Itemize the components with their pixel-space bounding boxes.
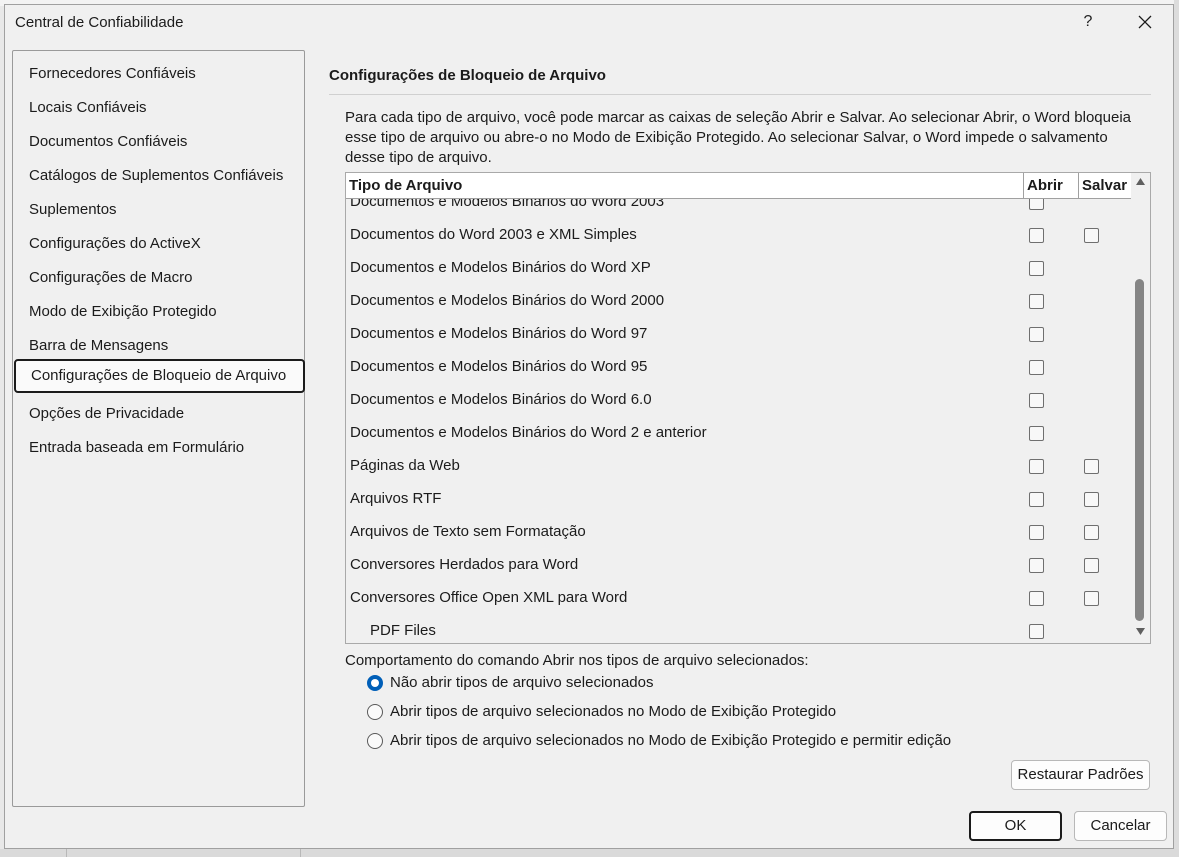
file-type-label: Documentos e Modelos Binários do Word 20… [350, 199, 665, 210]
nav-item-trusted-locations[interactable]: Locais Confiáveis [29, 95, 147, 121]
radio-button[interactable] [367, 675, 383, 691]
close-button[interactable] [1125, 9, 1165, 35]
nav-item-message-bar[interactable]: Barra de Mensagens [29, 333, 168, 359]
cancel-button[interactable]: Cancelar [1074, 811, 1167, 841]
file-type-row[interactable]: Arquivos RTF [346, 483, 1131, 516]
file-block-grid: Tipo de Arquivo Abrir Salvar Documentos … [345, 172, 1151, 644]
nav-item-file-block-settings[interactable]: Configurações de Bloqueio de Arquivo [14, 359, 305, 393]
open-checkbox[interactable] [1029, 294, 1044, 309]
column-header-open[interactable]: Abrir [1024, 173, 1079, 198]
file-type-row[interactable]: Documentos e Modelos Binários do Word 6.… [346, 384, 1131, 417]
restore-defaults-button[interactable]: Restaurar Padrões [1011, 760, 1150, 790]
open-checkbox[interactable] [1029, 492, 1044, 507]
save-checkbox[interactable] [1084, 591, 1099, 606]
file-type-label: Documentos e Modelos Binários do Word 95 [350, 358, 648, 375]
file-type-label: Conversores Office Open XML para Word [350, 589, 628, 606]
nav-item-protected-view[interactable]: Modo de Exibição Protegido [29, 299, 217, 325]
radio-label: Abrir tipos de arquivo selecionados no M… [390, 732, 952, 749]
file-type-row[interactable]: Documentos e Modelos Binários do Word XP [346, 252, 1131, 285]
radio-label: Não abrir tipos de arquivo selecionados [390, 674, 654, 691]
file-type-row[interactable]: Documentos do Word 2003 e XML Simples [346, 219, 1131, 252]
file-type-row[interactable]: Documentos e Modelos Binários do Word 95 [346, 351, 1131, 384]
open-checkbox[interactable] [1029, 459, 1044, 474]
file-type-label: PDF Files [370, 622, 436, 639]
dialog-titlebar: Central de Confiabilidade ? [5, 5, 1173, 39]
open-checkbox[interactable] [1029, 393, 1044, 408]
file-type-label: Documentos e Modelos Binários do Word XP [350, 259, 651, 276]
save-checkbox[interactable] [1084, 525, 1099, 540]
open-checkbox[interactable] [1029, 591, 1044, 606]
open-checkbox[interactable] [1029, 327, 1044, 342]
background-edge [1174, 0, 1179, 857]
scroll-up-icon[interactable] [1135, 177, 1146, 186]
open-checkbox[interactable] [1029, 360, 1044, 375]
open-checkbox[interactable] [1029, 228, 1044, 243]
open-checkbox[interactable] [1029, 525, 1044, 540]
save-checkbox[interactable] [1084, 228, 1099, 243]
file-type-row[interactable]: Arquivos de Texto sem Formatação [346, 516, 1131, 549]
nav-item-privacy-options[interactable]: Opções de Privacidade [29, 401, 184, 427]
section-description: Para cada tipo de arquivo, você pode mar… [345, 109, 1132, 166]
close-icon [1138, 15, 1152, 29]
ok-button[interactable]: OK [969, 811, 1062, 841]
dialog-title: Central de Confiabilidade [15, 14, 184, 31]
grid-header: Tipo de Arquivo Abrir Salvar [346, 173, 1131, 199]
file-type-row[interactable]: Conversores Herdados para Word [346, 549, 1131, 582]
radio-button[interactable] [367, 704, 383, 720]
category-nav: Fornecedores Confiáveis Locais Confiávei… [12, 50, 305, 807]
scroll-down-icon[interactable] [1135, 627, 1146, 636]
file-type-label: Conversores Herdados para Word [350, 556, 579, 573]
column-header-file-type[interactable]: Tipo de Arquivo [346, 173, 1024, 198]
save-checkbox[interactable] [1084, 459, 1099, 474]
radio-button[interactable] [367, 733, 383, 749]
section-title: Configurações de Bloqueio de Arquivo [329, 67, 606, 84]
save-checkbox[interactable] [1084, 492, 1099, 507]
file-type-label: Arquivos RTF [350, 490, 442, 507]
column-header-save[interactable]: Salvar [1079, 173, 1131, 198]
open-checkbox[interactable] [1029, 426, 1044, 441]
trust-center-dialog: Central de Confiabilidade ? Fornecedores… [4, 4, 1174, 849]
file-type-label: Documentos e Modelos Binários do Word 2 … [350, 424, 707, 441]
file-type-label: Documentos e Modelos Binários do Word 6.… [350, 391, 652, 408]
file-type-row[interactable]: Documentos e Modelos Binários do Word 20… [346, 199, 1131, 219]
nav-item-trusted-publishers[interactable]: Fornecedores Confiáveis [29, 61, 196, 87]
file-type-row[interactable]: Documentos e Modelos Binários do Word 20… [346, 285, 1131, 318]
open-checkbox[interactable] [1029, 261, 1044, 276]
nav-item-activex-settings[interactable]: Configurações do ActiveX [29, 231, 201, 257]
grid-body: Documentos e Modelos Binários do Word 20… [346, 199, 1131, 643]
file-type-label: Páginas da Web [350, 457, 460, 474]
file-type-row[interactable]: Páginas da Web [346, 450, 1131, 483]
open-behavior-label: Comportamento do comando Abrir nos tipos… [345, 652, 809, 669]
help-button[interactable]: ? [1071, 9, 1105, 35]
open-checkbox[interactable] [1029, 199, 1044, 210]
radio-label: Abrir tipos de arquivo selecionados no M… [390, 703, 837, 720]
file-type-label: Documentos e Modelos Binários do Word 97 [350, 325, 648, 342]
file-type-row[interactable]: Conversores Office Open XML para Word [346, 582, 1131, 615]
nav-item-addins[interactable]: Suplementos [29, 197, 117, 223]
nav-item-macro-settings[interactable]: Configurações de Macro [29, 265, 192, 291]
file-type-label: Documentos do Word 2003 e XML Simples [350, 226, 637, 243]
nav-item-trusted-addin-catalogs[interactable]: Catálogos de Suplementos Confiáveis [29, 163, 283, 189]
file-type-label: Documentos e Modelos Binários do Word 20… [350, 292, 665, 309]
grid-scrollbar[interactable] [1131, 173, 1150, 643]
open-checkbox[interactable] [1029, 624, 1044, 639]
background-status-strip [0, 849, 1179, 857]
open-checkbox[interactable] [1029, 558, 1044, 573]
file-type-row[interactable]: Documentos e Modelos Binários do Word 2 … [346, 417, 1131, 450]
save-checkbox[interactable] [1084, 558, 1099, 573]
file-type-row[interactable]: PDF Files [346, 615, 1131, 643]
file-type-label: Arquivos de Texto sem Formatação [350, 523, 586, 540]
section-divider [329, 94, 1151, 95]
scroll-thumb[interactable] [1135, 279, 1144, 621]
nav-item-trusted-documents[interactable]: Documentos Confiáveis [29, 129, 187, 155]
nav-item-form-based-signin[interactable]: Entrada baseada em Formulário [29, 435, 244, 461]
file-type-row[interactable]: Documentos e Modelos Binários do Word 97 [346, 318, 1131, 351]
